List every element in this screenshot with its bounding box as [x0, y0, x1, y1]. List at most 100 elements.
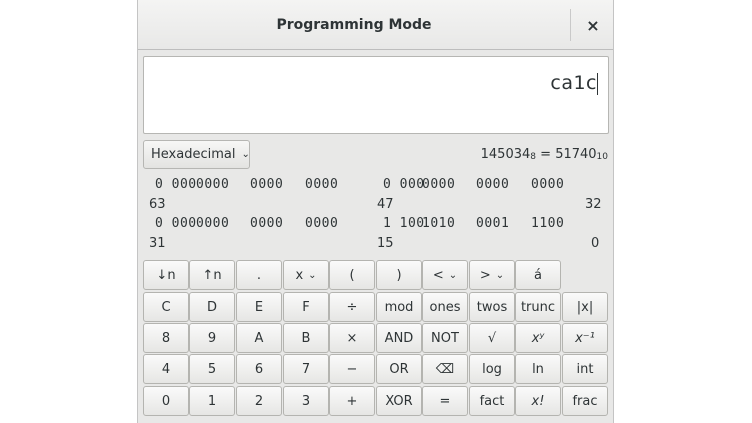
- sqrt-label: √: [487, 330, 497, 346]
- shift-up-label: ↑n: [202, 267, 222, 283]
- subtract-button[interactable]: −: [329, 354, 375, 384]
- add-label: +: [346, 393, 358, 409]
- not-button[interactable]: NOT: [422, 323, 468, 353]
- mod-button[interactable]: mod: [376, 292, 422, 322]
- bit-group-high-7[interactable]: 0000: [531, 177, 564, 192]
- digit-c-label: C: [161, 299, 171, 315]
- chevron-down-icon: ⌄: [308, 269, 317, 281]
- close-icon: ×: [586, 15, 600, 35]
- digit-3-button[interactable]: 3: [283, 386, 329, 416]
- digit-2-button[interactable]: 2: [236, 386, 282, 416]
- accent-button[interactable]: á: [515, 260, 561, 290]
- digit-c-button[interactable]: C: [143, 292, 189, 322]
- bit-group-high-4[interactable]: 0 000: [383, 177, 425, 192]
- bit-group-high-2[interactable]: 0000: [250, 177, 283, 192]
- not-label: NOT: [431, 330, 459, 346]
- sqrt-button[interactable]: √: [469, 323, 515, 353]
- digit-6-label: 6: [254, 361, 264, 377]
- bit-index-32: 32: [585, 197, 602, 212]
- bit-index-31: 31: [149, 236, 166, 251]
- add-button[interactable]: +: [329, 386, 375, 416]
- digit-4-button[interactable]: 4: [143, 354, 189, 384]
- expression-display[interactable]: ca1c: [143, 56, 609, 134]
- octal-value: 145034: [480, 147, 531, 162]
- equals-button[interactable]: =: [422, 386, 468, 416]
- bit-group-high-3[interactable]: 0000: [305, 177, 338, 192]
- digit-f-button[interactable]: F: [283, 292, 329, 322]
- open-paren-label: (: [349, 267, 355, 283]
- shift-right-menu-button[interactable]: > ⌄: [469, 260, 515, 290]
- ones-complement-button[interactable]: ones: [422, 292, 468, 322]
- bit-group-low-7[interactable]: 1100: [531, 216, 564, 231]
- trunc-button[interactable]: trunc: [515, 292, 561, 322]
- or-button[interactable]: OR: [376, 354, 422, 384]
- bit-group-high-1[interactable]: 0000: [196, 177, 229, 192]
- close-button[interactable]: ×: [579, 11, 607, 39]
- display-text: ca1c: [550, 72, 597, 94]
- digit-e-button[interactable]: E: [236, 292, 282, 322]
- ones-complement-label: ones: [429, 299, 461, 315]
- bit-group-high-5[interactable]: 0000: [422, 177, 455, 192]
- shift-down-button[interactable]: ↓n: [143, 260, 189, 290]
- frac-button[interactable]: frac: [562, 386, 608, 416]
- shift-right-menu-label: >: [479, 267, 491, 283]
- decimal-point-button[interactable]: .: [236, 260, 282, 290]
- bit-group-low-6[interactable]: 0001: [476, 216, 509, 231]
- shift-left-menu-button[interactable]: < ⌄: [422, 260, 468, 290]
- digit-b-button[interactable]: B: [283, 323, 329, 353]
- bit-group-low-2[interactable]: 0000: [250, 216, 283, 231]
- digit-a-button[interactable]: A: [236, 323, 282, 353]
- digit-d-button[interactable]: D: [189, 292, 235, 322]
- bit-group-low-4[interactable]: 1 100: [383, 216, 425, 231]
- close-paren-label: ): [396, 267, 402, 283]
- digit-7-button[interactable]: 7: [283, 354, 329, 384]
- digit-2-label: 2: [254, 393, 264, 409]
- shift-up-button[interactable]: ↑n: [189, 260, 235, 290]
- abs-button[interactable]: |x|: [562, 292, 608, 322]
- bit-group-low-1[interactable]: 0000: [196, 216, 229, 231]
- digit-5-label: 5: [207, 361, 217, 377]
- digit-d-label: D: [206, 299, 217, 315]
- divide-button[interactable]: ÷: [329, 292, 375, 322]
- digit-6-button[interactable]: 6: [236, 354, 282, 384]
- multiply-button[interactable]: ×: [329, 323, 375, 353]
- title-separator: [570, 9, 571, 41]
- power-button[interactable]: xʸ: [515, 323, 561, 353]
- decimal-point-label: .: [256, 267, 262, 283]
- multiply-x-menu-button[interactable]: x ⌄: [283, 260, 329, 290]
- and-button[interactable]: AND: [376, 323, 422, 353]
- log-button[interactable]: log: [469, 354, 515, 384]
- int-button[interactable]: int: [562, 354, 608, 384]
- bit-group-low-3[interactable]: 0000: [305, 216, 338, 231]
- fact-button[interactable]: fact: [469, 386, 515, 416]
- digit-1-button[interactable]: 1: [189, 386, 235, 416]
- digit-8-button[interactable]: 8: [143, 323, 189, 353]
- divide-label: ÷: [346, 299, 358, 315]
- ln-button[interactable]: ln: [515, 354, 561, 384]
- backspace-button[interactable]: ⌫: [422, 354, 468, 384]
- bit-group-low-5[interactable]: 1010: [422, 216, 455, 231]
- digit-f-label: F: [302, 299, 310, 315]
- chevron-down-icon: ⌄: [448, 269, 458, 281]
- open-paren-button[interactable]: (: [329, 260, 375, 290]
- inverse-button[interactable]: x⁻¹: [562, 323, 608, 353]
- twos-complement-button[interactable]: twos: [469, 292, 515, 322]
- close-paren-button[interactable]: ): [376, 260, 422, 290]
- twos-complement-label: twos: [476, 299, 508, 315]
- xor-button[interactable]: XOR: [376, 386, 422, 416]
- factorial-button[interactable]: x!: [515, 386, 561, 416]
- digit-5-button[interactable]: 5: [189, 354, 235, 384]
- xor-label: XOR: [385, 393, 413, 409]
- bit-group-high-0[interactable]: 0 000: [155, 177, 197, 192]
- bit-group-low-0[interactable]: 0 000: [155, 216, 197, 231]
- digit-0-button[interactable]: 0: [143, 386, 189, 416]
- digit-a-label: A: [254, 330, 264, 346]
- number-base-dropdown[interactable]: Hexadecimal ⌄: [143, 140, 250, 169]
- bit-group-high-6[interactable]: 0000: [476, 177, 509, 192]
- frac-label: frac: [572, 393, 598, 409]
- factorial-label: x!: [531, 393, 545, 409]
- digit-9-label: 9: [207, 330, 217, 346]
- and-label: AND: [384, 330, 414, 346]
- digit-9-button[interactable]: 9: [189, 323, 235, 353]
- log-label: log: [482, 361, 502, 377]
